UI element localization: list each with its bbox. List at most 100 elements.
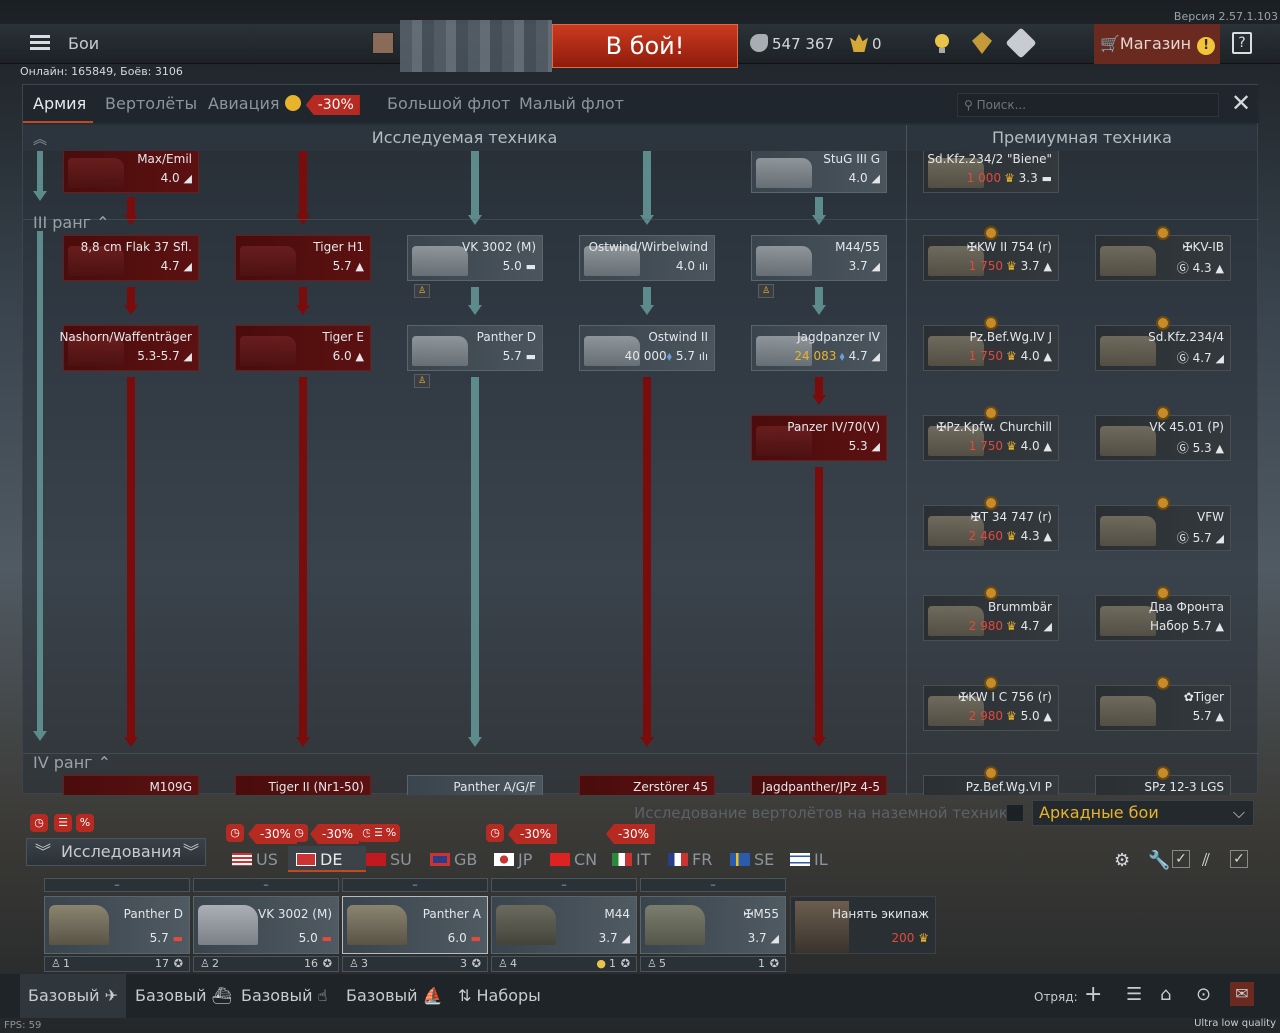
research-button[interactable]: ︾ Исследования ︾: [26, 838, 206, 866]
nation-fr[interactable]: FR: [668, 850, 712, 869]
add-squad-icon[interactable]: +: [1084, 982, 1102, 1007]
crew-slot[interactable]: – Panther D 5.7 ▬ ♙ 1 17 ✪: [44, 878, 190, 972]
battle-pass-icon[interactable]: [1005, 27, 1037, 59]
eagle-icon: ♛: [918, 931, 929, 945]
premium-vehicle-card[interactable]: ✠KV-IB Ⓖ 4.3 ▲: [1095, 226, 1231, 281]
clock-icon: ◷: [486, 824, 504, 842]
arrow: [640, 215, 654, 225]
vehicle-card[interactable]: Tiger E 6.0 ▲: [235, 325, 371, 371]
premium-icon[interactable]: [972, 32, 992, 54]
premium-vehicle-card[interactable]: VK 45.01 (P) Ⓖ 5.3 ▲: [1095, 406, 1231, 461]
premium-vehicle-card[interactable]: ✠KW I C 756 (r) 2 980 ♛ 5.0 ▲: [923, 676, 1059, 731]
rank-3-label[interactable]: III ранг ⌃: [33, 213, 110, 232]
vehicle-card[interactable]: Zerstörer 45: [579, 775, 715, 795]
settings-gear-icon[interactable]: ⚙: [1114, 850, 1130, 871]
vehicle-card[interactable]: Ostwind/Wirbelwind 4.0 ılı: [579, 235, 715, 281]
search-input[interactable]: ⚲ Поиск...: [957, 93, 1219, 117]
tab-army[interactable]: Армия: [33, 94, 86, 113]
premium-vehicle-card[interactable]: VFW Ⓖ 5.7 ◢: [1095, 496, 1231, 551]
premium-vehicle-card[interactable]: SPz 12-3 LGS: [1095, 766, 1231, 795]
menu-icon[interactable]: [30, 35, 50, 51]
vehicle-card[interactable]: 8,8 cm Flak 37 Sfl. 4.7 ◢: [63, 235, 199, 281]
mail-icon[interactable]: ✉: [1230, 982, 1254, 1006]
vehicle-card[interactable]: Jagdpanzer IV 24 083 ⬧ 4.7 ◢: [751, 325, 887, 371]
crew-slot-selected[interactable]: – Panther A 6.0 ▬ ♙ 3 3 ✪: [342, 878, 488, 972]
heavy-tank-icon: ▲: [1043, 530, 1052, 543]
premium-vehicle-card[interactable]: Pz.Bef.Wg.IV J1 750 ♛ 4.0 ▲: [923, 316, 1059, 371]
crew-slot[interactable]: – VK 3002 (M) 5.0 ▬ ♙ 2 16 ✪: [193, 878, 339, 972]
premium-vehicle-card[interactable]: ✠KW II 754 (r) 1 750 ♛ 3.7 ▲: [923, 226, 1059, 281]
rank-4-label[interactable]: IV ранг ⌃: [33, 753, 111, 772]
game-mode-select[interactable]: Аркадные бои ⌵: [1032, 800, 1254, 826]
lightbulb-icon[interactable]: [934, 32, 950, 54]
repair-all-icon[interactable]: ⫽: [1202, 850, 1210, 871]
tech-tree[interactable]: III ранг ⌃ IV ранг ⌃ Max/Emil 4.0 ◢ StuG …: [23, 151, 1259, 795]
vehicle-card[interactable]: VK 3002 (M) 5.0 ▬ ♙: [407, 235, 543, 298]
nation-gb[interactable]: GB: [430, 850, 477, 869]
nation-il[interactable]: IL: [790, 850, 828, 869]
help-button[interactable]: ?: [1232, 32, 1252, 54]
vehicle-card[interactable]: Ostwind II 40 000⬧ 5.7 ılı: [579, 325, 715, 371]
heli-research-checkbox[interactable]: [1006, 804, 1024, 822]
premium-vehicle-card[interactable]: ✠T 34 747 (r) 2 460 ♛ 4.3 ▲: [923, 496, 1059, 551]
chat-icon[interactable]: ⊙: [1196, 984, 1211, 1005]
preset-fleet[interactable]: Базовый ⛵: [346, 986, 443, 1005]
eagle-icon: ♛: [1006, 349, 1017, 363]
premium-vehicle-card[interactable]: Sd.Kfz.234/4 Ⓖ 4.7 ◢: [1095, 316, 1231, 371]
wrench-icon[interactable]: 🔧: [1148, 850, 1170, 871]
percent-icon: %: [76, 814, 94, 832]
vehicle-card[interactable]: Nashorn/Waffenträger 5.3-5.7 ◢: [59, 325, 199, 371]
vehicle-card[interactable]: Panther A/G/F: [407, 775, 543, 795]
eagle-icon: ♛: [1004, 171, 1015, 185]
friends-icon[interactable]: ⌂: [1160, 984, 1171, 1005]
vehicle-card[interactable]: Jagdpanther/JPz 4-5: [751, 775, 887, 795]
crew-slot[interactable]: – ✠M55 3.7 ◢ ♙ 5 1 ✪: [640, 878, 786, 972]
nation-se[interactable]: SE: [730, 850, 774, 869]
fight-button[interactable]: В бой!: [552, 24, 738, 68]
close-icon[interactable]: ✕: [1231, 91, 1251, 115]
premium-vehicle-card[interactable]: Два Фронта Набор 5.7 ▲: [1095, 586, 1231, 641]
golden-eagles[interactable]: 0: [850, 34, 882, 53]
tab-coastal-fleet[interactable]: Малый флот: [519, 94, 624, 113]
tab-helicopters[interactable]: Вертолёты: [105, 94, 197, 113]
nation-us[interactable]: US: [232, 850, 278, 869]
shop-button[interactable]: 🛒Магазин!: [1094, 24, 1220, 64]
nation-cn[interactable]: CN: [550, 850, 597, 869]
preset-naval[interactable]: Базовый ⛴: [135, 986, 232, 1005]
vehicle-image: [412, 246, 468, 276]
tab-aviation[interactable]: Авиация -30%: [208, 94, 360, 115]
hire-crew-button[interactable]: Нанять экипаж 200 ♛: [790, 896, 936, 954]
vehicle-card[interactable]: Tiger H1 5.7 ▲: [235, 235, 371, 281]
preset-infantry[interactable]: Базовый ☝: [241, 986, 327, 1005]
nation-su[interactable]: SU: [366, 850, 412, 869]
vehicle-card[interactable]: M44/55 3.7 ◢ ♙: [751, 235, 887, 298]
premium-badge-icon: [984, 316, 998, 330]
collapse-icon[interactable]: ︽: [33, 129, 47, 149]
presets-button[interactable]: ⇅ Наборы: [458, 986, 541, 1005]
premium-vehicle-card[interactable]: Pz.Bef.Wg.VI P: [923, 766, 1059, 795]
vehicle-card[interactable]: StuG III G 4.0 ◢: [751, 151, 887, 193]
vehicle-card[interactable]: Max/Emil 4.0 ◢: [63, 151, 199, 193]
vehicle-card[interactable]: M109G: [63, 775, 199, 795]
vehicle-card[interactable]: Panzer IV/70(V) 5.3 ◢: [751, 415, 887, 461]
link: [471, 151, 479, 217]
nation-jp[interactable]: JP: [494, 850, 532, 869]
checkbox-icon[interactable]: ✓: [1230, 850, 1248, 868]
premium-vehicle-card[interactable]: ✿Tiger 5.7 ▲: [1095, 676, 1231, 731]
checkbox-icon[interactable]: ✓: [1172, 850, 1190, 868]
vehicle-card[interactable]: Tiger II (Nr1-50): [235, 775, 371, 795]
vehicle-card[interactable]: Panther D 5.7 ▬ ♙: [407, 325, 543, 388]
nation-de[interactable]: DE: [296, 850, 342, 869]
premium-vehicle-card[interactable]: Sd.Kfz.234/2 "Biene" 1 000 ♛ 3.3 ▬: [923, 151, 1059, 193]
silver-lions[interactable]: 547 367: [750, 34, 834, 53]
list-icon[interactable]: ☰: [1126, 984, 1142, 1005]
premium-vehicle-card[interactable]: ✠Pz.Kpfw. Churchill 1 750 ♛ 4.0 ▲: [923, 406, 1059, 461]
nation-it[interactable]: IT: [612, 850, 651, 869]
preset-ground[interactable]: Базовый ✈: [20, 974, 126, 1018]
link: [643, 287, 651, 307]
tab-bluewater-fleet[interactable]: Большой флот: [387, 94, 510, 113]
avatar[interactable]: [372, 32, 394, 54]
premium-vehicle-card[interactable]: Brummbär 2 980 ♛ 4.7 ◢: [923, 586, 1059, 641]
crew-slot[interactable]: – M44 3.7 ◢ ♙ 4 ● 1 ✪: [491, 878, 637, 972]
td-icon: ◢: [183, 260, 192, 273]
